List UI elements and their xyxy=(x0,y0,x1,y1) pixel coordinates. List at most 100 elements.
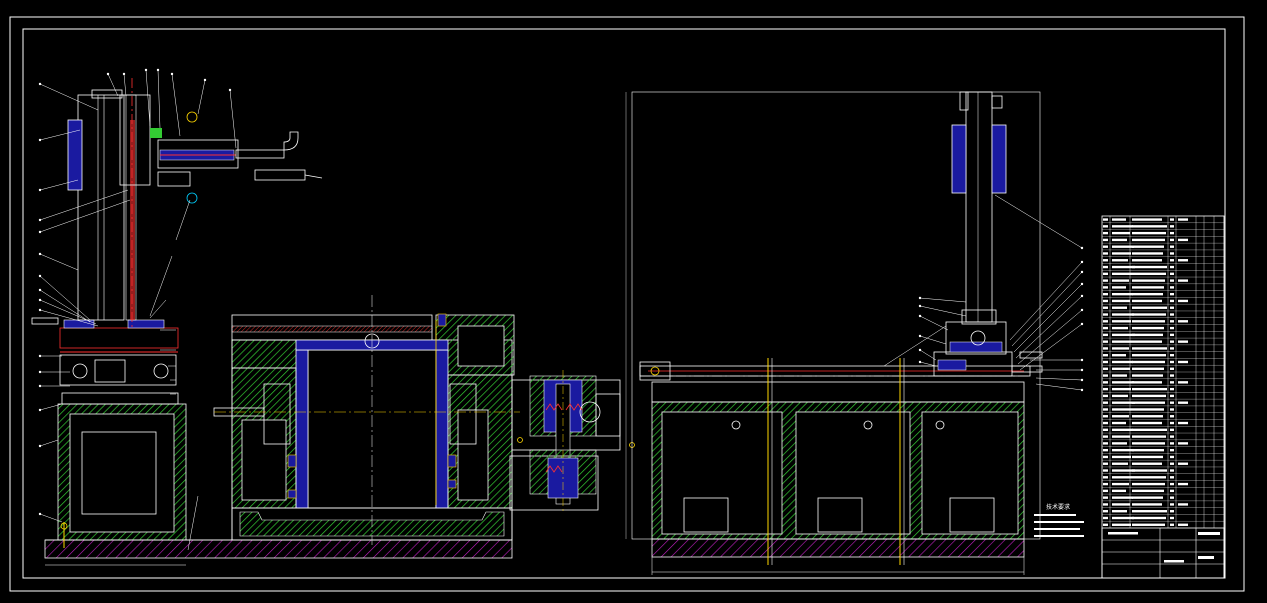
right-base-bay-2 xyxy=(795,411,911,535)
bom-cell-text xyxy=(1178,259,1188,262)
bom-cell-text xyxy=(1170,252,1174,255)
bom-cell-text xyxy=(1112,476,1132,479)
bom-cell-text xyxy=(1170,428,1174,432)
bom-cell-text xyxy=(1132,259,1162,262)
bom-cell-text xyxy=(1170,286,1174,289)
bom-cell-text xyxy=(1103,279,1108,282)
bom-cell-text xyxy=(1132,306,1167,309)
bom-cell-text xyxy=(1132,381,1162,384)
base-top-plate xyxy=(61,392,179,405)
bom-cell-text xyxy=(1103,442,1108,445)
bom-cell-text xyxy=(1170,448,1174,452)
bom-cell-text xyxy=(1103,340,1108,343)
seal-left-1 xyxy=(287,454,297,468)
bom-cell-text xyxy=(1170,306,1174,309)
bom-cell-text xyxy=(1170,279,1174,282)
column-cap xyxy=(91,89,123,99)
bom-cell-text xyxy=(1132,313,1166,316)
roller-bed-section-view xyxy=(213,295,520,545)
bom-cell-text xyxy=(1103,381,1108,384)
bom-cell-text xyxy=(1170,347,1174,350)
callout-leaders-right xyxy=(883,194,1083,391)
bom-cell-text xyxy=(1112,482,1129,486)
bom-cell-text xyxy=(1170,408,1174,411)
bom-cell-text xyxy=(1103,320,1108,323)
bom-cell-text xyxy=(1112,510,1127,513)
bom-cell-text xyxy=(1178,401,1188,404)
bom-cell-text xyxy=(1103,354,1108,357)
bom-cell-text xyxy=(1103,367,1108,370)
bom-cell-text xyxy=(1132,347,1167,350)
bom-cell-text xyxy=(1103,265,1108,269)
bom-cell-text xyxy=(1132,265,1167,269)
bom-cell-text xyxy=(1103,292,1108,296)
seal-left-2 xyxy=(287,489,297,499)
bom-cell-text xyxy=(1132,354,1166,357)
title-block xyxy=(1101,527,1225,579)
bom-cell-text xyxy=(1132,387,1167,391)
bom-cell-text xyxy=(1170,326,1174,330)
bom-cell-text xyxy=(1112,279,1129,282)
bearing-roller-2 xyxy=(153,363,169,379)
cad-drawing-canvas: 技术要求 xyxy=(9,16,1245,592)
right-base-top xyxy=(651,381,1025,403)
bom-cell-text xyxy=(1112,455,1131,459)
bom-cell-text xyxy=(1103,401,1108,404)
bom-cell-text xyxy=(1103,374,1108,377)
bom-cell-text xyxy=(1170,231,1174,235)
bom-cell-text xyxy=(1170,367,1174,370)
bom-cell-text xyxy=(1112,516,1134,520)
bom-cell-text xyxy=(1170,374,1174,377)
right-turntable-section xyxy=(949,341,1003,353)
bom-cell-text xyxy=(1103,496,1108,499)
bom-cell-text xyxy=(1132,442,1165,445)
bom-cell-text xyxy=(1112,313,1134,316)
right-column-top xyxy=(959,91,969,111)
bom-cell-text xyxy=(1170,313,1174,316)
technical-notes: 技术要求 xyxy=(1034,503,1084,537)
bom-cell-text xyxy=(1132,245,1164,248)
turntable-plate xyxy=(59,327,179,349)
bom-cell-text xyxy=(1170,462,1174,465)
bom-cell-text xyxy=(1132,394,1166,398)
bom-cell-text xyxy=(1170,503,1174,506)
bom-cell-text xyxy=(1132,516,1166,520)
bom-cell-text xyxy=(1103,225,1108,228)
bom-cell-text xyxy=(1178,299,1188,303)
bed-top-rail xyxy=(231,325,433,333)
bom-cell-text xyxy=(1103,333,1108,337)
bom-cell-text xyxy=(1103,428,1108,432)
bom-cell-text xyxy=(1103,286,1108,289)
bom-cell-text xyxy=(1103,231,1108,235)
title-block-cell-1 xyxy=(1108,532,1138,535)
bom-cell-text xyxy=(1170,245,1174,248)
bom-cell-text xyxy=(1103,516,1108,520)
handwheel-lower xyxy=(186,192,198,204)
carriage-clamp xyxy=(157,171,191,187)
bom-cell-text xyxy=(1103,306,1108,309)
bom-cell-text xyxy=(1103,252,1108,255)
bom-cell-text xyxy=(1103,272,1108,276)
ground-hatch-left xyxy=(44,539,513,559)
seal-top xyxy=(437,313,447,327)
bom-cell-text xyxy=(1178,238,1188,242)
bom-cell-text xyxy=(1112,265,1135,269)
bom-cell-text xyxy=(1170,360,1174,364)
bom-cell-text xyxy=(1103,421,1108,425)
bom-cell-text xyxy=(1170,320,1174,323)
bom-cell-text xyxy=(1132,225,1167,228)
bom-cell-text xyxy=(1170,489,1174,493)
bom-cell-text xyxy=(1112,252,1131,255)
bom-cell-text xyxy=(1103,435,1108,438)
bom-cell-text xyxy=(1178,381,1188,384)
bom-cell-text xyxy=(1132,231,1166,235)
torch-tip xyxy=(304,174,323,179)
bom-cell-text xyxy=(1132,482,1165,486)
column-manipulator-front-view xyxy=(625,91,1084,575)
bom-cell-text xyxy=(1132,489,1164,493)
bom-cell-text xyxy=(1132,360,1165,364)
bom-cell-text xyxy=(1132,367,1164,370)
bom-cell-text xyxy=(1103,415,1108,418)
bom-cell-text xyxy=(1178,340,1188,343)
bom-cell-text xyxy=(1103,299,1108,303)
